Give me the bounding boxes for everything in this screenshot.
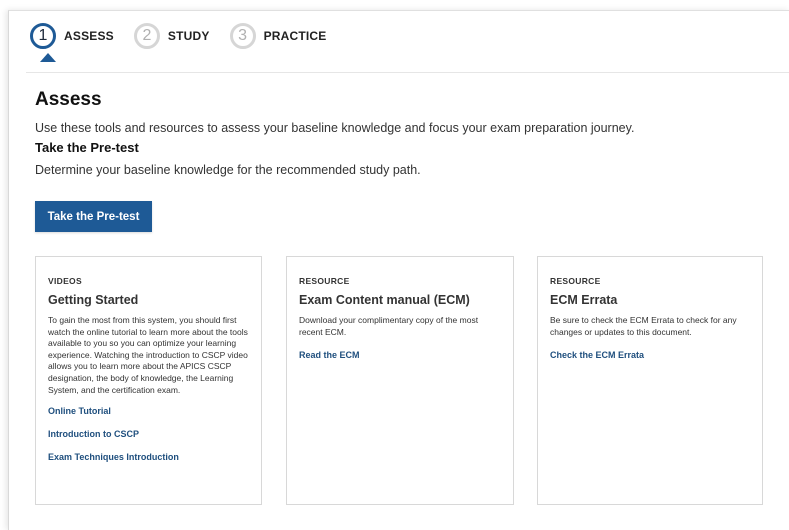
card-getting-started: VIDEOS Getting Started To gain the most … [35, 256, 262, 505]
header-divider [26, 72, 789, 73]
card-exam-content-manual: RESOURCE Exam Content manual (ECM) Downl… [286, 256, 514, 505]
step-label-practice: PRACTICE [263, 29, 327, 43]
take-pretest-button[interactable]: Take the Pre-test [35, 201, 152, 232]
step-label-assess: ASSESS [64, 29, 114, 43]
check-the-ecm-errata-link[interactable]: Check the ECM Errata [550, 350, 750, 360]
page-title: Assess [35, 89, 102, 110]
introduction-to-cscp-link[interactable]: Introduction to CSCP [48, 429, 249, 439]
step-assess[interactable]: 1 ASSESS [30, 23, 114, 49]
step-number-practice: 3 [229, 23, 256, 49]
step-study[interactable]: 2 STUDY [133, 23, 210, 49]
active-step-pointer-icon [40, 53, 56, 62]
card-ecm-errata: RESOURCE ECM Errata Be sure to check the… [537, 256, 763, 505]
card-description: Download your complimentary copy of the … [299, 315, 479, 337]
card-kicker: VIDEOS [48, 276, 82, 286]
card-title: Getting Started [48, 293, 139, 307]
read-the-ecm-link[interactable]: Read the ECM [299, 350, 501, 360]
card-description: To gain the most from this system, you s… [48, 315, 248, 395]
step-practice[interactable]: 3 PRACTICE [229, 23, 327, 49]
pretest-description: Determine your baseline knowledge for th… [35, 163, 421, 177]
exam-techniques-introduction-link[interactable]: Exam Techniques Introduction [48, 452, 249, 462]
card-title: ECM Errata [550, 293, 618, 307]
card-title: Exam Content manual (ECM) [299, 293, 470, 307]
card-kicker: RESOURCE [299, 276, 350, 286]
pretest-heading: Take the Pre-test [35, 140, 139, 155]
intro-text: Use these tools and resources to assess … [35, 121, 635, 135]
online-tutorial-link[interactable]: Online Tutorial [48, 406, 249, 416]
card-description: Be sure to check the ECM Errata to check… [550, 315, 737, 337]
card-kicker: RESOURCE [550, 276, 601, 286]
step-label-study: STUDY [167, 29, 210, 43]
step-number-assess: 1 [30, 23, 56, 49]
progress-stepper: 1 ASSESS 2 STUDY 3 PRACTICE [30, 18, 347, 54]
step-number-study: 2 [133, 23, 160, 49]
